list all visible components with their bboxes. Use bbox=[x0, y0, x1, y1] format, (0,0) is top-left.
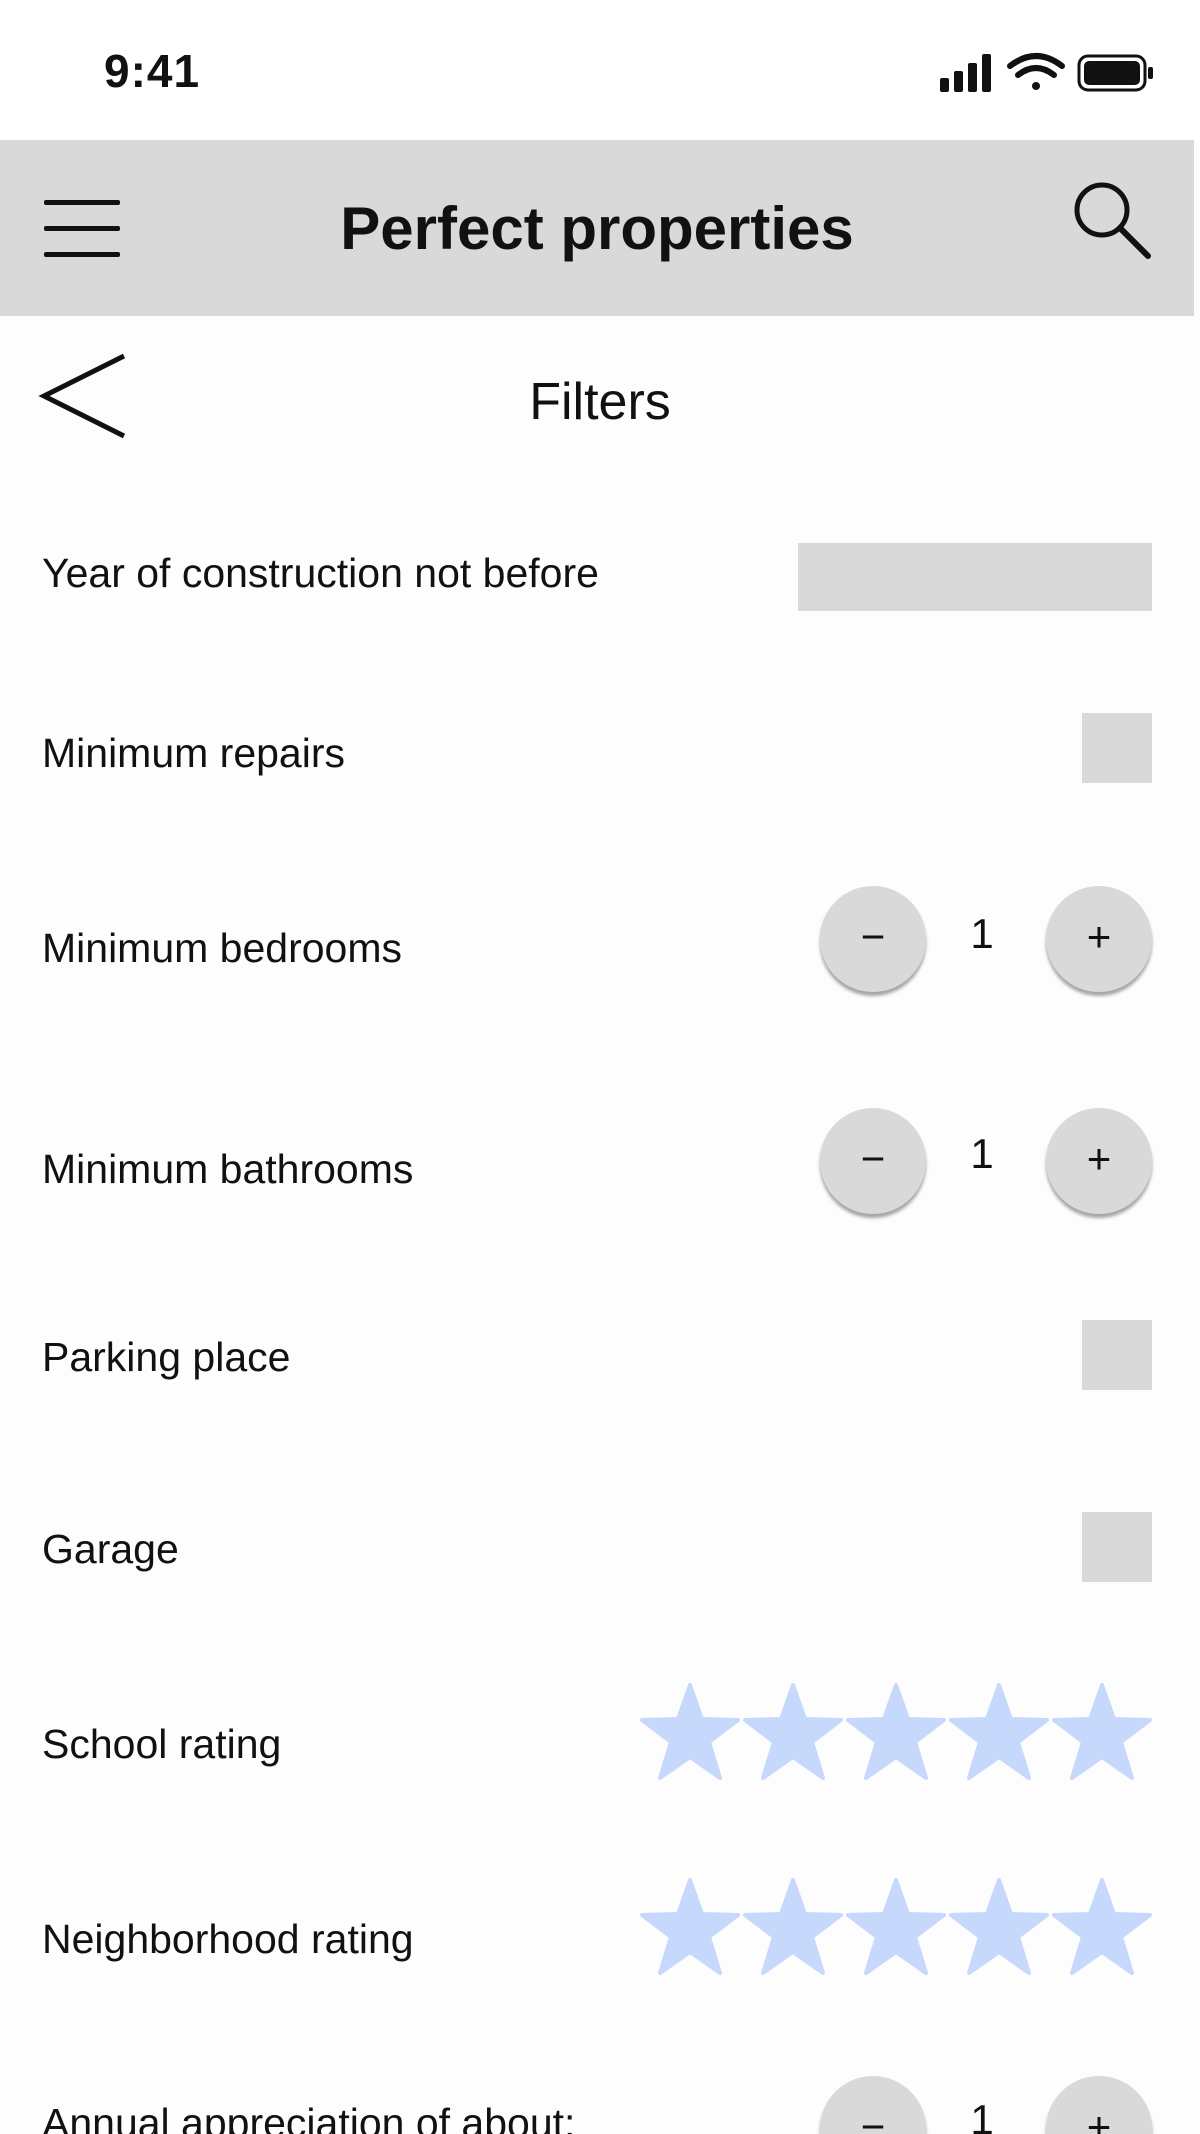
bedrooms-increment-button[interactable]: + bbox=[1046, 886, 1152, 992]
school-rating-label: School rating bbox=[42, 1721, 282, 1767]
appreciation-increment-button[interactable]: + bbox=[1046, 2076, 1152, 2134]
bedrooms-decrement-button[interactable]: − bbox=[820, 886, 926, 992]
filters-screen: 9:41 Perfect properties Filters Year of … bbox=[0, 0, 1200, 2134]
parking-checkbox[interactable] bbox=[1082, 1320, 1152, 1390]
parking-label: Parking place bbox=[42, 1334, 291, 1380]
bathrooms-decrement-button[interactable]: − bbox=[820, 1108, 926, 1214]
neighborhood-rating-star-icon-3[interactable] bbox=[846, 1878, 946, 1976]
bedrooms-value: 1 bbox=[970, 910, 994, 957]
app-bar: Perfect properties bbox=[0, 140, 1194, 316]
year-label: Year of construction not before bbox=[42, 550, 599, 596]
year-input[interactable] bbox=[798, 543, 1152, 611]
bathrooms-increment-button[interactable]: + bbox=[1046, 1108, 1152, 1214]
neighborhood-rating-star-icon-1[interactable] bbox=[640, 1878, 740, 1976]
neighborhood-rating-label: Neighborhood rating bbox=[42, 1916, 414, 1962]
search-icon[interactable] bbox=[1068, 176, 1154, 262]
garage-checkbox[interactable] bbox=[1082, 1512, 1152, 1582]
repairs-checkbox[interactable] bbox=[1082, 713, 1152, 783]
appreciation-value: 1 bbox=[970, 2096, 994, 2134]
cellular-signal-icon bbox=[940, 54, 991, 92]
school-rating-star-icon-1[interactable] bbox=[640, 1683, 740, 1781]
app-title: Perfect properties bbox=[340, 195, 854, 262]
school-rating-star-icon-3[interactable] bbox=[846, 1683, 946, 1781]
neighborhood-rating-stars bbox=[640, 1878, 1160, 1978]
status-icons bbox=[940, 53, 1153, 92]
battery-icon bbox=[1077, 54, 1153, 92]
school-rating-star-icon-5[interactable] bbox=[1052, 1683, 1152, 1781]
neighborhood-rating-star-icon-4[interactable] bbox=[949, 1878, 1049, 1976]
garage-label: Garage bbox=[42, 1526, 179, 1572]
school-rating-stars bbox=[640, 1683, 1160, 1783]
bathrooms-value: 1 bbox=[970, 1130, 994, 1177]
bedrooms-label: Minimum bedrooms bbox=[42, 925, 402, 971]
neighborhood-rating-star-icon-5[interactable] bbox=[1052, 1878, 1152, 1976]
school-rating-star-icon-4[interactable] bbox=[949, 1683, 1049, 1781]
appreciation-label: Annual appreciation of about: bbox=[42, 2100, 576, 2134]
appreciation-decrement-button[interactable]: − bbox=[820, 2076, 926, 2134]
page-title: Filters bbox=[529, 373, 671, 431]
status-time: 9:41 bbox=[104, 45, 201, 97]
wifi-icon bbox=[1007, 53, 1065, 90]
status-bar: 9:41 bbox=[0, 0, 1200, 140]
neighborhood-rating-star-icon-2[interactable] bbox=[743, 1878, 843, 1976]
bathrooms-label: Minimum bathrooms bbox=[42, 1146, 414, 1192]
repairs-label: Minimum repairs bbox=[42, 730, 345, 776]
school-rating-star-icon-2[interactable] bbox=[743, 1683, 843, 1781]
